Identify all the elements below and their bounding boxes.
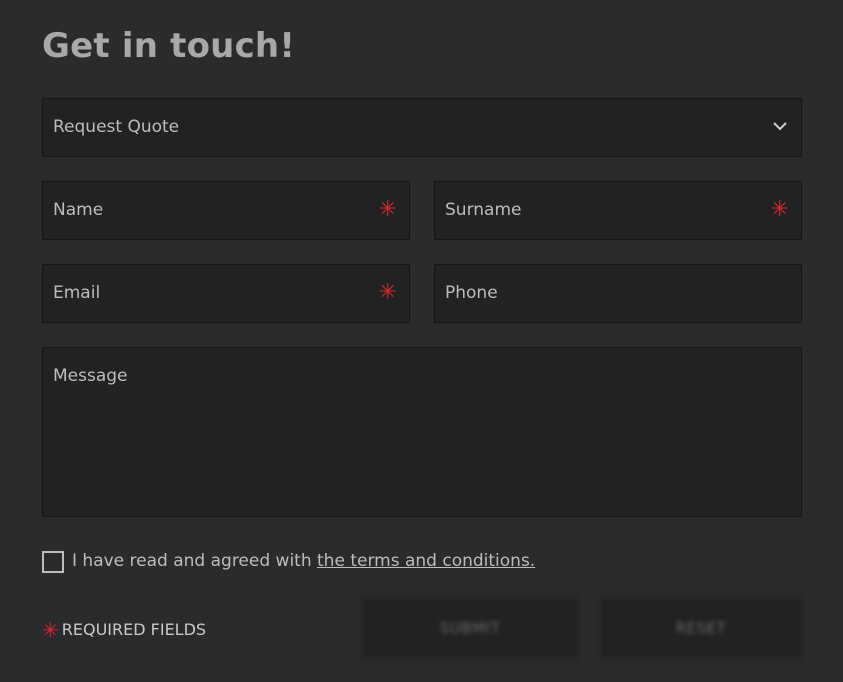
name-field[interactable]: Name ✳ (42, 181, 410, 240)
required-icon: ✳ (378, 280, 397, 305)
terms-text: I have read and agreed with (72, 551, 318, 571)
email-field[interactable]: Email ✳ (42, 264, 410, 323)
surname-field[interactable]: Surname ✳ (434, 181, 802, 240)
required-fields-text: REQUIRED FIELDS (61, 620, 207, 639)
email-placeholder: Email (53, 283, 101, 303)
reset-button[interactable]: RESET (600, 598, 802, 658)
request-type-select[interactable]: Request Quote (42, 98, 802, 157)
required-icon: ✳ (378, 197, 397, 222)
request-type-value: Request Quote (53, 117, 180, 137)
surname-placeholder: Surname (445, 200, 522, 220)
phone-placeholder: Phone (445, 283, 498, 303)
page-title: Get in touch! (42, 26, 296, 66)
chevron-down-icon (773, 122, 787, 131)
phone-field[interactable]: Phone (434, 264, 802, 323)
message-placeholder: Message (53, 366, 128, 386)
name-placeholder: Name (53, 200, 104, 220)
required-icon: ✳ (770, 197, 789, 222)
terms-checkbox[interactable] (42, 551, 64, 573)
terms-link[interactable]: the terms and conditions. (317, 551, 535, 571)
message-field[interactable]: Message (42, 347, 802, 517)
terms-label: I have read and agreed with the terms an… (72, 551, 535, 571)
required-fields-note: ✳ REQUIRED FIELDS (42, 618, 206, 642)
submit-button[interactable]: SUBMIT (362, 598, 578, 658)
required-icon: ✳ (42, 618, 59, 642)
